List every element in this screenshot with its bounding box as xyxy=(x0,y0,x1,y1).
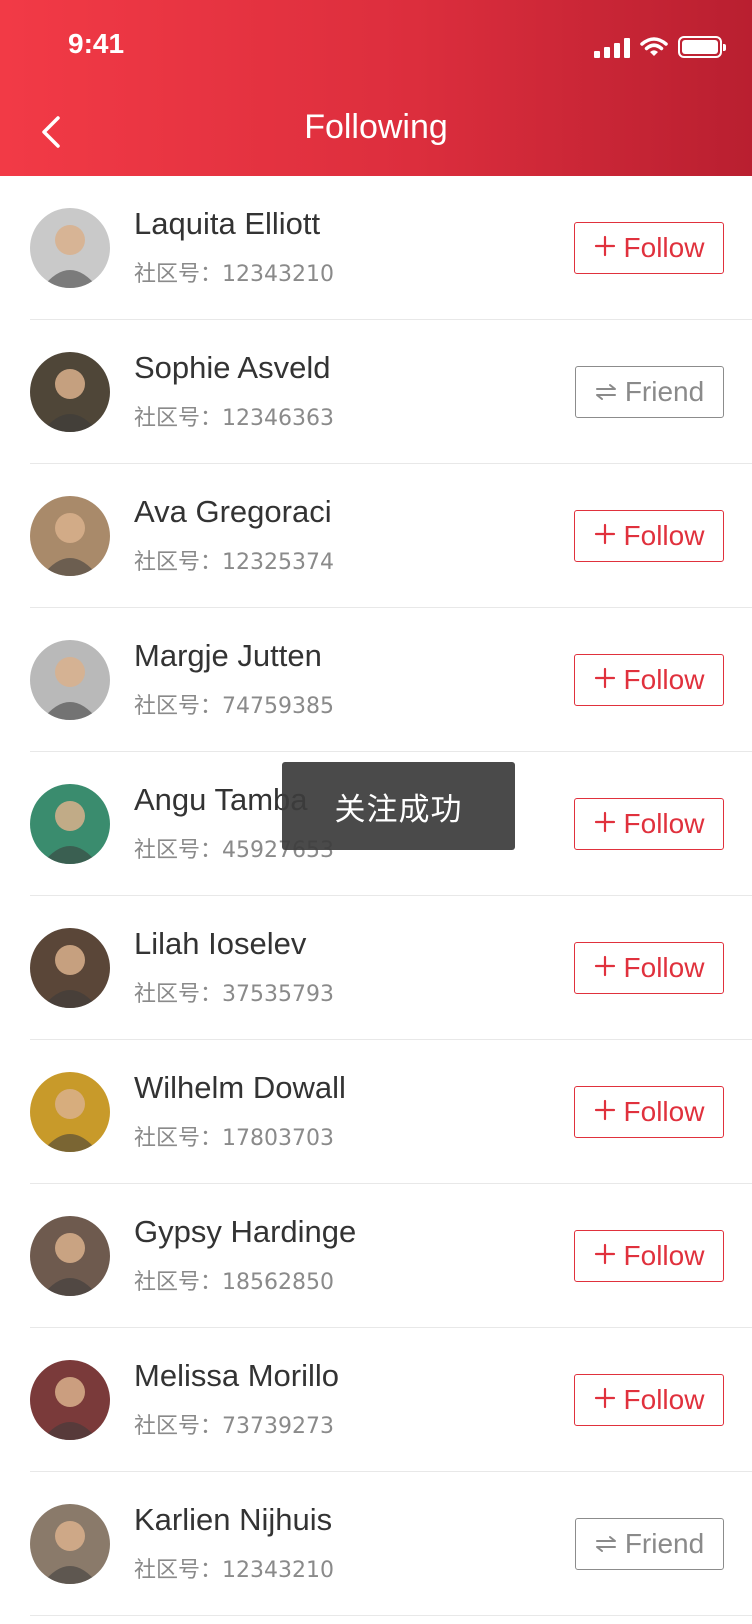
list-item[interactable]: Ava Gregoraci 社区号：12325374 Follow xyxy=(0,464,752,608)
list-item[interactable]: Lilah Ioselev 社区号：37535793 Follow xyxy=(0,896,752,1040)
button-label: Follow xyxy=(623,1096,705,1127)
button-label: Follow xyxy=(623,520,705,551)
list-item[interactable]: Gypsy Hardinge 社区号：18562850 Follow xyxy=(0,1184,752,1328)
avatar-photo-icon xyxy=(30,496,110,576)
plus-icon xyxy=(594,953,616,983)
avatar[interactable] xyxy=(30,1504,110,1584)
avatar-photo-icon xyxy=(30,1504,110,1584)
avatar[interactable] xyxy=(30,1216,110,1296)
user-name: Laquita Elliott xyxy=(134,206,321,241)
nav-header: 9:41 Following xyxy=(0,0,752,176)
user-name: Melissa Morillo xyxy=(134,1358,339,1393)
wifi-icon xyxy=(640,37,668,56)
plus-icon xyxy=(594,233,616,263)
avatar[interactable] xyxy=(30,352,110,432)
list-item[interactable]: Laquita Elliott 社区号：12343210 Follow xyxy=(0,176,752,320)
battery-icon xyxy=(678,36,726,58)
user-name: Karlien Nijhuis xyxy=(134,1502,333,1537)
button-label: Follow xyxy=(623,1384,705,1415)
avatar[interactable] xyxy=(30,1072,110,1152)
list-item[interactable]: Wilhelm Dowall 社区号：17803703 Follow xyxy=(0,1040,752,1184)
plus-icon xyxy=(594,1385,616,1415)
plus-icon xyxy=(594,665,616,695)
button-label: Friend xyxy=(624,1528,705,1559)
community-id: 社区号：12325374 xyxy=(134,550,334,575)
user-name: Ava Gregoraci xyxy=(134,494,332,529)
avatar-photo-icon xyxy=(30,784,110,864)
plus-icon xyxy=(594,1241,616,1271)
swap-arrows-icon xyxy=(595,1529,617,1559)
button-label: Follow xyxy=(623,232,705,263)
user-name: Margje Jutten xyxy=(134,638,322,673)
community-id: 社区号：18562850 xyxy=(134,1270,334,1295)
follow-button[interactable]: Follow xyxy=(574,1230,724,1282)
community-id: 社区号：74759385 xyxy=(134,694,334,719)
community-id: 社区号：12346363 xyxy=(134,406,334,431)
follow-button[interactable]: Follow xyxy=(574,222,724,274)
community-id: 社区号：12343210 xyxy=(134,1558,334,1583)
follow-button[interactable]: Follow xyxy=(574,510,724,562)
plus-icon xyxy=(594,809,616,839)
status-icons xyxy=(594,32,726,62)
user-name: Lilah Ioselev xyxy=(134,926,307,961)
follow-button[interactable]: Follow xyxy=(574,1086,724,1138)
page-title: Following xyxy=(304,108,448,146)
button-label: Follow xyxy=(623,952,705,983)
avatar[interactable] xyxy=(30,496,110,576)
community-id: 社区号：12343210 xyxy=(134,262,334,287)
community-id: 社区号：17803703 xyxy=(134,1126,334,1151)
avatar[interactable] xyxy=(30,1360,110,1440)
list-item[interactable]: Margje Jutten 社区号：74759385 Follow xyxy=(0,608,752,752)
follow-button[interactable]: Follow xyxy=(574,654,724,706)
list-item[interactable]: Sophie Asveld 社区号：12346363 Friend xyxy=(0,320,752,464)
avatar-photo-icon xyxy=(30,640,110,720)
plus-icon xyxy=(594,1097,616,1127)
friend-button[interactable]: Friend xyxy=(575,1518,724,1570)
signal-icon xyxy=(594,36,630,58)
following-list: Laquita Elliott 社区号：12343210 Follow Sophie … xyxy=(0,176,752,1616)
user-name: Gypsy Hardinge xyxy=(134,1214,357,1249)
toast-message: 关注成功 xyxy=(282,762,515,850)
follow-button[interactable]: Follow xyxy=(574,1374,724,1426)
user-name: Wilhelm Dowall xyxy=(134,1070,346,1105)
divider xyxy=(30,1615,752,1616)
avatar-photo-icon xyxy=(30,928,110,1008)
community-id: 社区号：37535793 xyxy=(134,982,334,1007)
follow-button[interactable]: Follow xyxy=(574,942,724,994)
list-item[interactable]: Melissa Morillo 社区号：73739273 Follow xyxy=(0,1328,752,1472)
friend-button[interactable]: Friend xyxy=(575,366,724,418)
swap-arrows-icon xyxy=(595,377,617,407)
button-label: Follow xyxy=(623,808,705,839)
follow-button[interactable]: Follow xyxy=(574,798,724,850)
plus-icon xyxy=(594,521,616,551)
button-label: Follow xyxy=(623,664,705,695)
avatar-photo-icon xyxy=(30,208,110,288)
avatar-photo-icon xyxy=(30,1360,110,1440)
community-id: 社区号：73739273 xyxy=(134,1414,334,1439)
avatar[interactable] xyxy=(30,640,110,720)
status-time: 9:41 xyxy=(68,28,125,59)
button-label: Friend xyxy=(624,376,705,407)
avatar[interactable] xyxy=(30,208,110,288)
user-name: Sophie Asveld xyxy=(134,350,331,385)
avatar-photo-icon xyxy=(30,1216,110,1296)
avatar[interactable] xyxy=(30,784,110,864)
avatar-photo-icon xyxy=(30,352,110,432)
avatar-photo-icon xyxy=(30,1072,110,1152)
avatar[interactable] xyxy=(30,928,110,1008)
button-label: Follow xyxy=(623,1240,705,1271)
list-item[interactable]: Karlien Nijhuis 社区号：12343210 Friend xyxy=(0,1472,752,1616)
